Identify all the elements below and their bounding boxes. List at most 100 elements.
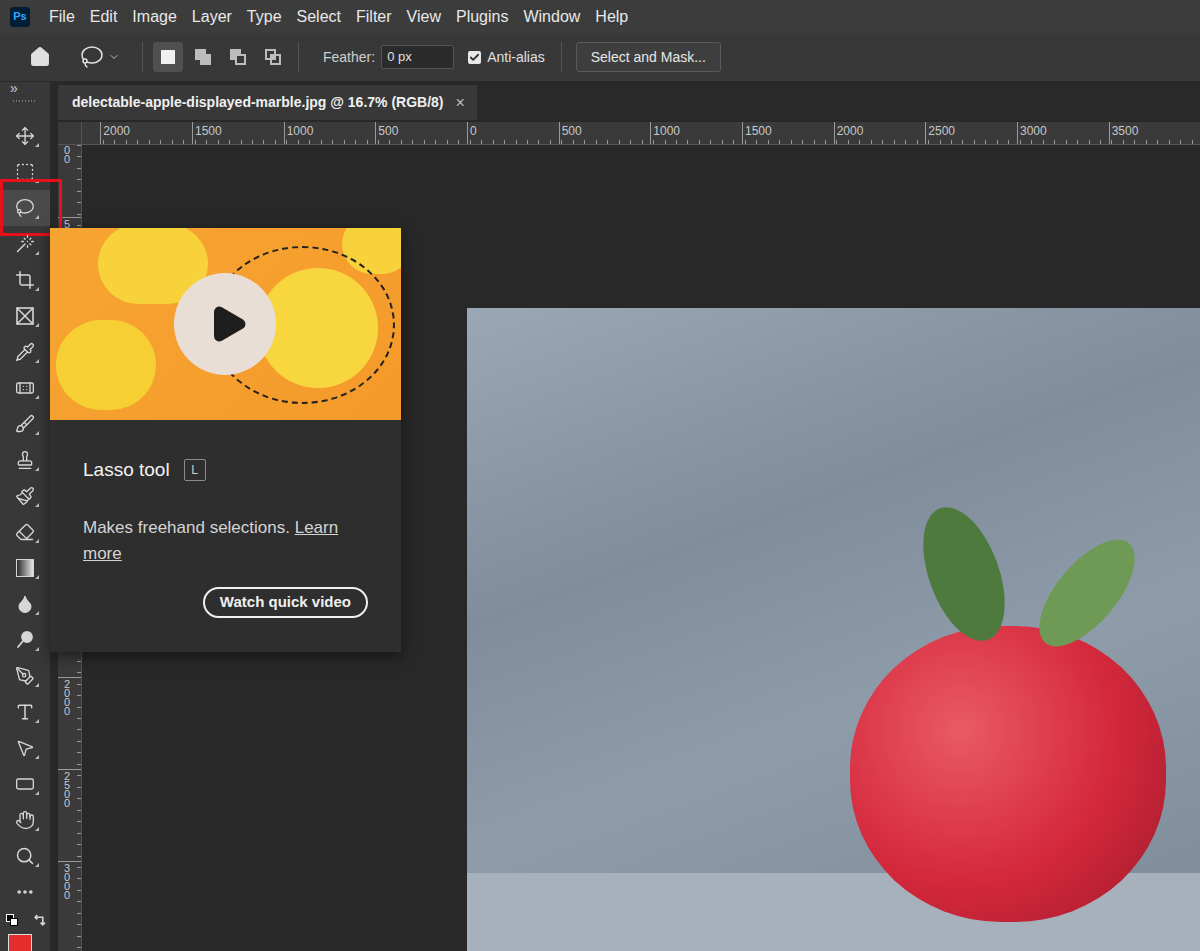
flyout-indicator: [35, 611, 39, 615]
pointer-icon: [15, 738, 35, 758]
eyedropper-icon: [15, 342, 35, 362]
flyout-indicator: [35, 791, 39, 795]
flyout-indicator: [35, 863, 39, 867]
lasso-tool[interactable]: [0, 190, 50, 226]
tool-preset-picker[interactable]: [80, 45, 142, 69]
watch-video-button[interactable]: Watch quick video: [203, 587, 368, 618]
hand-tool[interactable]: [0, 802, 50, 838]
flower-shape: [258, 268, 378, 388]
marquee-icon: [15, 162, 35, 182]
gradient-tool[interactable]: [0, 550, 50, 586]
feather-label: Feather:: [323, 47, 375, 68]
video-thumbnail[interactable]: [50, 228, 401, 420]
flyout-indicator: [35, 179, 39, 183]
feather-input[interactable]: 0 px: [381, 45, 454, 69]
menu-item[interactable]: Help: [595, 5, 628, 29]
healing-tool[interactable]: [0, 370, 50, 406]
photoshop-window: Ps File Edit Image Layer Type Select Filter View…: [0, 0, 1200, 951]
crop-tool[interactable]: [0, 262, 50, 298]
separator: [142, 42, 143, 72]
menu-item[interactable]: Edit: [90, 5, 118, 29]
flower-shape: [56, 320, 156, 410]
move-tool[interactable]: [0, 118, 50, 154]
pen-tool[interactable]: [0, 658, 50, 694]
color-swatches: [0, 910, 50, 951]
horizontal-ruler: 2000150010005000500100015002000250030003…: [82, 122, 1200, 145]
selection-mode-icon: [230, 49, 246, 65]
eyedropper-tool[interactable]: [0, 334, 50, 370]
lasso-icon: [15, 198, 35, 218]
rectangle-tool[interactable]: [0, 766, 50, 802]
bandage-icon: [15, 378, 35, 398]
zoom-icon: [15, 846, 35, 866]
history-brush-tool[interactable]: [0, 478, 50, 514]
home-icon: [29, 46, 51, 68]
eraser-tool[interactable]: [0, 514, 50, 550]
more-tools[interactable]: [0, 874, 50, 910]
flyout-indicator: [35, 431, 39, 435]
eraser-icon: [15, 522, 35, 542]
learn-more-link[interactable]: Learn more: [83, 518, 338, 563]
chevron-down-icon: [108, 51, 120, 63]
path-selection-tool[interactable]: [0, 730, 50, 766]
play-button[interactable]: [174, 273, 276, 375]
play-icon: [207, 303, 249, 345]
menu-item[interactable]: Layer: [192, 5, 232, 29]
history-brush-icon: [15, 486, 35, 506]
anti-alias-checkbox[interactable]: Anti-alias: [468, 47, 545, 68]
menu-item[interactable]: Type: [247, 5, 282, 29]
rectangle-icon: [15, 774, 35, 794]
flyout-indicator: [35, 539, 39, 543]
menu-item[interactable]: View: [407, 5, 441, 29]
default-colors-button[interactable]: [6, 914, 18, 926]
separator: [561, 42, 562, 72]
stamp-tool[interactable]: [0, 442, 50, 478]
dodge-tool[interactable]: [0, 622, 50, 658]
selection-mode-button[interactable]: [188, 42, 218, 72]
hand-icon: [15, 810, 35, 830]
move-icon: [15, 126, 35, 146]
menu-item[interactable]: Window: [523, 5, 580, 29]
collapse-toggle[interactable]: »: [0, 82, 50, 96]
toolbar-grip[interactable]: [13, 100, 37, 102]
menu-item[interactable]: File: [49, 5, 75, 29]
selection-mode-button[interactable]: [258, 42, 288, 72]
document-image: [467, 308, 1200, 951]
selection-mode-button[interactable]: [223, 42, 253, 72]
quick-selection-tool[interactable]: [0, 226, 50, 262]
pen-icon: [15, 666, 35, 686]
type-icon: [15, 702, 35, 722]
ps-logo[interactable]: Ps: [10, 7, 30, 27]
flyout-indicator: [35, 215, 39, 219]
select-and-mask-button[interactable]: Select and Mask...: [576, 42, 721, 72]
foreground-color-swatch[interactable]: [8, 934, 32, 951]
flyout-indicator: [35, 575, 39, 579]
type-tool[interactable]: [0, 694, 50, 730]
ellipsis-icon: [15, 882, 35, 902]
blur-tool[interactable]: [0, 586, 50, 622]
zoom-tool[interactable]: [0, 838, 50, 874]
menu-item[interactable]: Plugins: [456, 5, 508, 29]
brush-tool[interactable]: [0, 406, 50, 442]
shortcut-badge: L: [184, 459, 206, 481]
menu-item[interactable]: Image: [132, 5, 176, 29]
frame-tool[interactable]: [0, 298, 50, 334]
check-icon: [469, 52, 480, 63]
flyout-indicator: [35, 719, 39, 723]
gradient-tool-icon: [16, 559, 34, 577]
menu-item[interactable]: Select: [297, 5, 341, 29]
marquee-tool[interactable]: [0, 154, 50, 190]
selection-mode-button[interactable]: [153, 42, 183, 72]
tab-bar: delectable-apple-displayed-marble.jpg @ …: [58, 85, 1200, 120]
tool-tooltip: Lasso toolLMakes freehand selections. Le…: [50, 228, 401, 652]
flyout-indicator: [35, 755, 39, 759]
flyout-indicator: [35, 467, 39, 471]
swap-colors-icon[interactable]: [33, 914, 46, 927]
flower-shape: [342, 228, 401, 274]
flyout-indicator: [35, 395, 39, 399]
home-button[interactable]: [0, 46, 80, 68]
menu-item[interactable]: Filter: [356, 5, 392, 29]
tab-close-button[interactable]: ×: [456, 95, 465, 111]
document-tab[interactable]: delectable-apple-displayed-marble.jpg @ …: [58, 85, 477, 120]
separator: [298, 42, 299, 72]
